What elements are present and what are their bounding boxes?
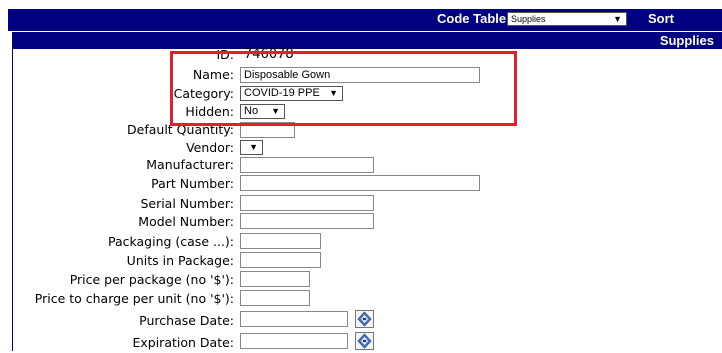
model-number-input[interactable] [240, 213, 374, 229]
calendar-icon [357, 311, 372, 327]
name-input[interactable]: Disposable Gown [240, 67, 480, 83]
name-input-value: Disposable Gown [244, 69, 331, 81]
chevron-down-icon: ▼ [249, 142, 258, 152]
section-header: Supplies [12, 32, 722, 49]
units-in-package-label: Units in Package: [126, 253, 234, 268]
expiration-date-input[interactable] [240, 333, 348, 349]
left-border [12, 32, 13, 351]
hidden-select[interactable]: No ▼ [240, 104, 285, 119]
hidden-label: Hidden: [185, 104, 234, 119]
chevron-down-icon: ▼ [271, 106, 280, 116]
hidden-selected-value: No [244, 105, 259, 117]
calendar-icon [357, 333, 372, 349]
purchase-date-calendar-icon[interactable] [355, 310, 374, 328]
purchase-date-label: Purchase Date: [139, 313, 234, 328]
purchase-date-input[interactable] [240, 311, 348, 327]
serial-number-label: Serial Number: [140, 196, 234, 211]
expiration-date-calendar-icon[interactable] [355, 332, 374, 350]
vendor-select[interactable]: ▼ [240, 140, 263, 155]
model-number-label: Model Number: [138, 214, 234, 229]
category-selected-value: COVID-19 PPE [244, 87, 320, 99]
code-table-selected-value: Supplies [511, 14, 546, 24]
price-per-package-input[interactable] [240, 271, 310, 287]
part-number-label: Part Number: [151, 176, 234, 191]
manufacturer-label: Manufacturer: [146, 157, 234, 172]
category-label: Category: [173, 86, 234, 101]
vendor-label: Vendor: [186, 140, 234, 155]
code-table-label: Code Table: [437, 11, 511, 26]
default-quantity-input[interactable] [240, 122, 295, 138]
price-per-unit-label: Price to charge per unit (no '$'): [34, 291, 234, 306]
chevron-down-icon: ▼ [613, 14, 622, 24]
serial-number-input[interactable] [240, 195, 374, 211]
default-quantity-label: Default Quantity: [127, 122, 234, 137]
id-label: ID: [216, 47, 234, 62]
code-table-select[interactable]: Supplies ▼ [507, 12, 627, 26]
sort-link[interactable]: Sort [648, 11, 674, 26]
expiration-date-label: Expiration Date: [132, 335, 234, 350]
packaging-label: Packaging (case ...): [107, 234, 234, 249]
packaging-input[interactable] [240, 233, 321, 249]
chevron-down-icon: ▼ [329, 88, 338, 98]
category-select[interactable]: COVID-19 PPE ▼ [240, 86, 343, 101]
manufacturer-input[interactable] [240, 157, 374, 173]
section-title: Supplies [659, 33, 714, 48]
id-value: 746078 [244, 47, 294, 62]
part-number-input[interactable] [240, 175, 480, 191]
name-label: Name: [192, 67, 234, 82]
price-per-unit-input[interactable] [240, 290, 310, 306]
price-per-package-label: Price per package (no '$'): [69, 272, 234, 287]
units-in-package-input[interactable] [240, 252, 321, 268]
